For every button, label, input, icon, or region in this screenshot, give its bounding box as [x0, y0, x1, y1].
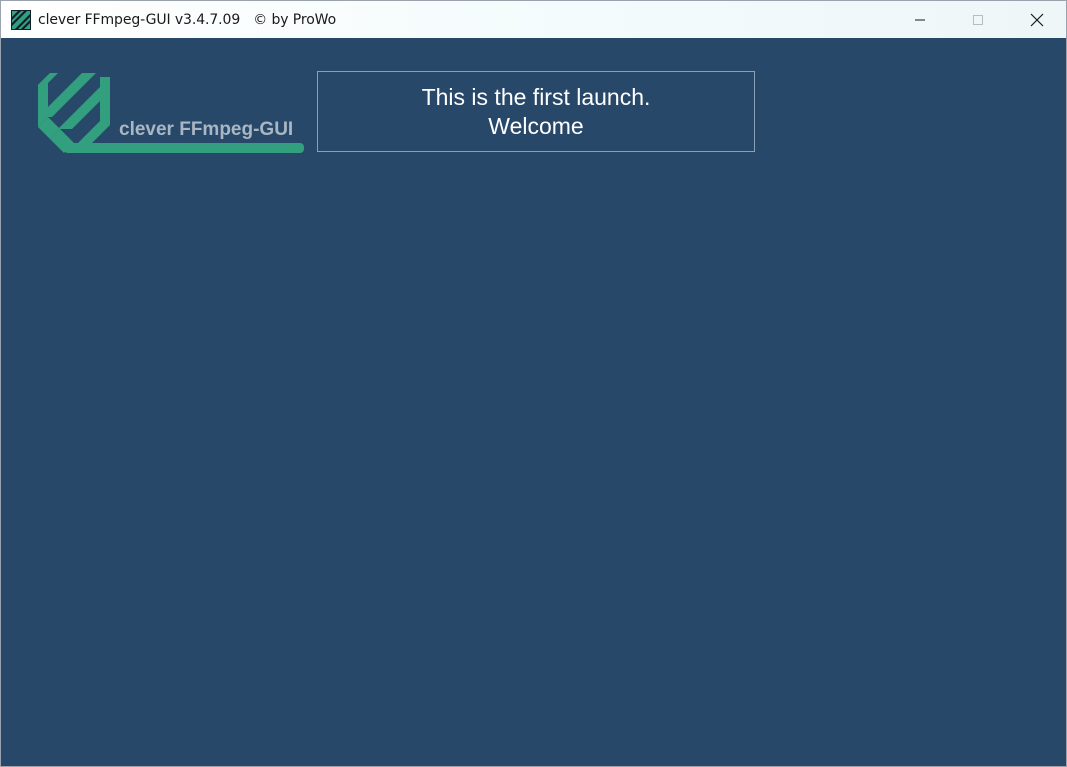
minimize-button[interactable] — [891, 1, 949, 38]
app-logo: clever FFmpeg-GUI — [38, 73, 304, 153]
close-button[interactable] — [1008, 1, 1066, 38]
welcome-message-box: This is the first launch. Welcome — [317, 71, 755, 152]
minimize-icon — [915, 19, 925, 20]
main-content: clever FFmpeg-GUI This is the first laun… — [1, 38, 1066, 766]
close-icon — [1030, 13, 1044, 26]
welcome-line-1: This is the first launch. — [421, 83, 651, 110]
app-window: clever FFmpeg-GUI v3.4.7.09 © by ProWo c… — [0, 0, 1067, 767]
maximize-button[interactable] — [949, 1, 1007, 38]
logo-text: clever FFmpeg-GUI — [119, 119, 293, 140]
app-icon — [11, 10, 31, 30]
maximize-icon — [973, 14, 983, 25]
ffmpeg-logo-icon — [38, 73, 304, 153]
title-bar[interactable]: clever FFmpeg-GUI v3.4.7.09 © by ProWo — [1, 1, 1066, 38]
welcome-line-2: Welcome — [488, 112, 584, 139]
window-title: clever FFmpeg-GUI v3.4.7.09 © by ProWo — [38, 12, 337, 28]
